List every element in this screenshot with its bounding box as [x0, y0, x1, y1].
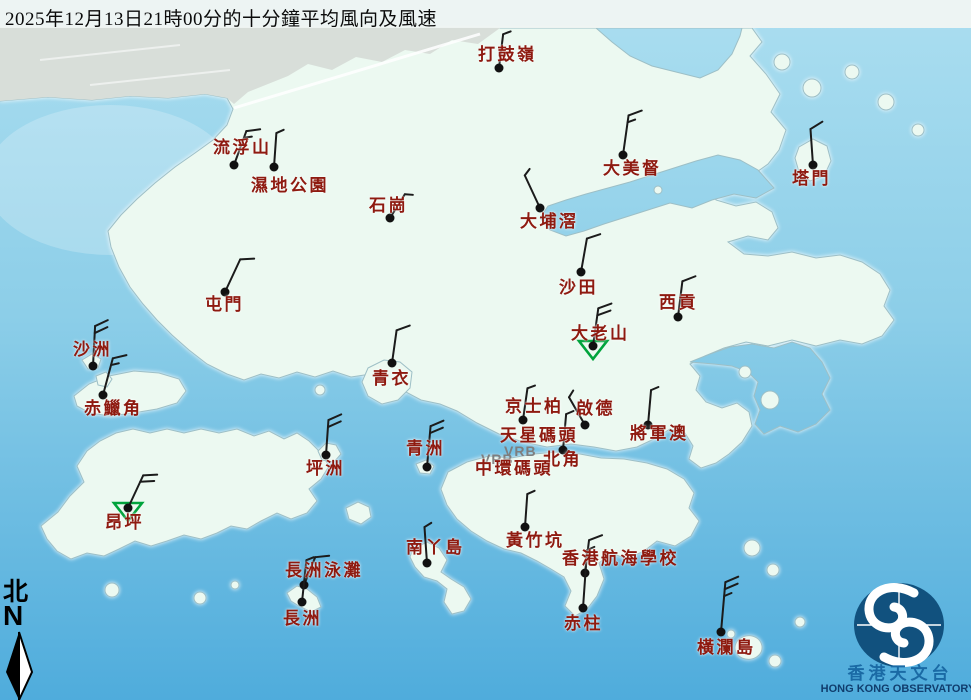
station-dot — [717, 628, 726, 637]
station-label: 大美督 — [603, 160, 662, 177]
mirs-bay-islet-2 — [878, 94, 894, 110]
mirs-bay-islet-1 — [845, 65, 859, 79]
station-label: 赤柱 — [564, 615, 603, 632]
station-label: 青衣 — [372, 370, 411, 387]
station-label: 大老山 — [571, 325, 630, 342]
station-label: 沙洲 — [73, 341, 112, 358]
station-dot — [577, 268, 586, 277]
tolo-islet — [654, 186, 662, 194]
station-dot — [124, 504, 133, 513]
station-dot — [89, 362, 98, 371]
station-dot — [519, 416, 528, 425]
wind-barb-tick — [140, 481, 154, 482]
double-island — [803, 79, 821, 97]
station-dot — [388, 359, 397, 368]
sung-kong-island — [795, 617, 805, 627]
station-label: 長洲泳灘 — [285, 562, 363, 579]
station-label: 濕地公園 — [251, 177, 329, 194]
station-label: 赤鱲角 — [84, 400, 143, 417]
station-label: 石崗 — [369, 197, 408, 214]
soko-island — [105, 583, 119, 597]
station-label: 長洲 — [283, 610, 322, 627]
station-label: 屯門 — [205, 296, 244, 313]
beaufort-island — [769, 655, 781, 667]
station-dot — [495, 64, 504, 73]
station-label: 大埔滘 — [520, 213, 579, 230]
station-label: 南丫島 — [406, 539, 465, 556]
station-label: 塔門 — [792, 170, 831, 187]
station-dot — [270, 163, 279, 172]
map-canvas — [0, 0, 971, 700]
wind-barb-tick — [240, 259, 254, 260]
crooked-island — [774, 54, 790, 70]
station-label: 將軍澳 — [630, 425, 689, 442]
kau-sai-chau-island — [761, 391, 779, 409]
station-dot — [581, 421, 590, 430]
station-label: 打鼓嶺 — [478, 46, 537, 63]
station-label: 香港航海學校 — [562, 550, 679, 567]
station-label: 橫瀾島 — [697, 639, 756, 656]
station-dot — [423, 463, 432, 472]
station-label: 京士柏 — [505, 398, 564, 415]
station-label: 啟德 — [576, 400, 615, 417]
station-label: 坪洲 — [306, 460, 345, 477]
soko-islet — [231, 581, 239, 589]
wind-barb-tick — [405, 194, 413, 195]
tung-lung-island — [744, 540, 760, 556]
station-dot — [230, 161, 239, 170]
station-label: 青洲 — [406, 440, 445, 457]
station-label: 沙田 — [559, 279, 598, 296]
station-label: 天星碼頭 — [500, 427, 578, 444]
wind-map: 2025年12月13日21時00分的十分鐘平均風向及風速 北 N 香港天文台 H… — [0, 0, 971, 700]
station-dot — [423, 559, 432, 568]
station-label: 昂坪 — [105, 514, 144, 531]
hko-logo-icon — [854, 583, 944, 667]
station-label: 黃竹坑 — [506, 532, 565, 549]
observatory-name-english: HONG KONG OBSERVATORY — [818, 684, 971, 695]
map-title: 2025年12月13日21時00分的十分鐘平均風向及風速 — [5, 4, 437, 31]
observatory-name-chinese: 香港天文台 — [836, 665, 964, 682]
station-dot — [579, 604, 588, 613]
station-dot — [674, 313, 683, 322]
mirs-bay-islet-3 — [912, 124, 924, 136]
north-label-english: N — [3, 602, 23, 630]
ma-wan-island — [315, 385, 325, 395]
shek-kwu-chau-island — [194, 592, 206, 604]
station-label: 西貢 — [659, 294, 698, 311]
station-dot — [298, 598, 307, 607]
waglan-islet — [727, 630, 735, 638]
basalt-island — [767, 564, 779, 576]
wind-barb-tick — [143, 475, 157, 476]
station-label: 中環碼頭 — [475, 460, 553, 477]
station-label: 流浮山 — [213, 139, 272, 156]
sharp-island — [739, 366, 751, 378]
